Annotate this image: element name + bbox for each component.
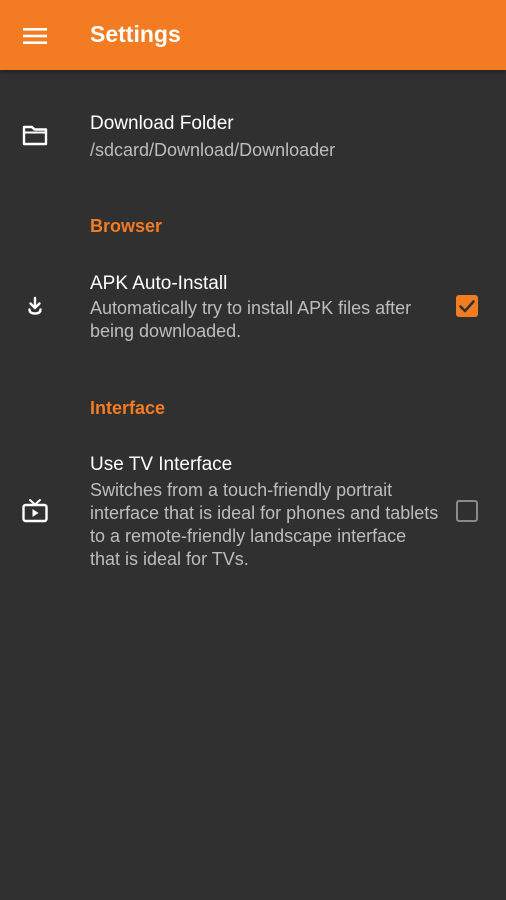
download-folder-preference[interactable]: Download Folder /sdcard/Download/Downloa… <box>0 100 506 180</box>
download-arrow-icon <box>18 289 52 323</box>
tv-interface-title: Use TV Interface <box>90 454 233 475</box>
apk-auto-install-summary: Automatically try to install APK files a… <box>90 298 412 341</box>
folder-icon <box>18 118 52 152</box>
tv-interface-checkbox[interactable] <box>456 500 478 522</box>
tv-play-icon <box>18 494 52 528</box>
checkmark-icon <box>459 300 475 313</box>
menu-button[interactable] <box>14 15 56 57</box>
apk-auto-install-title: APK Auto-Install <box>90 273 228 294</box>
tv-interface-preference[interactable]: Use TV Interface Switches from a touch-f… <box>0 442 506 582</box>
tv-interface-summary: Switches from a touch-friendly portrait … <box>90 480 439 569</box>
download-folder-title: Download Folder <box>90 113 234 134</box>
apk-auto-install-preference[interactable]: APK Auto-Install Automatically try to in… <box>0 260 506 355</box>
apk-auto-install-checkbox[interactable] <box>456 295 478 317</box>
category-interface: Interface <box>90 398 166 418</box>
category-browser: Browser <box>90 216 163 236</box>
download-folder-path: /sdcard/Download/Downloader <box>90 140 336 160</box>
page-title: Settings <box>90 21 181 47</box>
hamburger-menu-icon <box>23 28 47 44</box>
app-bar: Settings <box>0 0 506 70</box>
